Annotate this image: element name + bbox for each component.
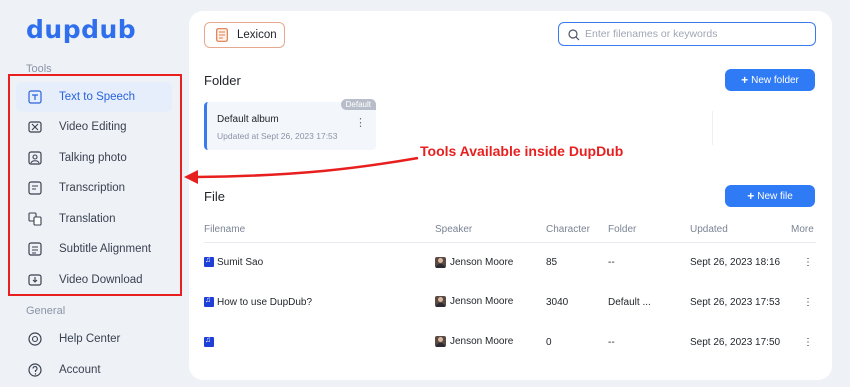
new-folder-label: New folder xyxy=(751,74,799,86)
table-row[interactable]: Sumit Sao Jenson Moore 85 -- Sept 26, 20… xyxy=(204,242,816,282)
speaker-avatar xyxy=(435,256,446,268)
column-header-folder[interactable]: Folder xyxy=(608,218,690,243)
more-vertical-icon[interactable]: ⋮ xyxy=(791,242,816,282)
audio-file-icon xyxy=(204,335,214,347)
video-download-icon xyxy=(27,272,43,288)
lexicon-label: Lexicon xyxy=(237,29,277,41)
search-icon xyxy=(568,28,580,41)
sidebar-item-subtitle-alignment[interactable]: Subtitle Alignment xyxy=(16,234,172,264)
logo-text: dupdub xyxy=(26,15,137,44)
updated-date: Sept 26, 2023 17:50 xyxy=(690,336,781,348)
filename-cell[interactable]: Sumit Sao xyxy=(204,242,435,282)
sidebar-item-account[interactable]: Account xyxy=(16,355,172,385)
more-vertical-icon[interactable]: ⋮ xyxy=(791,282,816,322)
audio-file-icon xyxy=(204,255,214,268)
sidebar-item-label: Video Download xyxy=(59,274,143,286)
sidebar-item-label: Talking photo xyxy=(59,152,127,164)
sidebar-item-talking-photo[interactable]: Talking photo xyxy=(16,143,172,173)
file-heading: File xyxy=(204,189,225,204)
folder-name: -- xyxy=(608,336,615,348)
sidebar-item-video-editing[interactable]: Video Editing xyxy=(16,112,172,142)
filename: How to use DupDub? xyxy=(217,296,313,308)
table-row[interactable]: How to use DupDub? Jenson Moore 3040 Def… xyxy=(204,282,816,322)
sidebar-item-label: Video Editing xyxy=(59,121,127,133)
album-card[interactable]: Default Default album Updated at Sept 26… xyxy=(204,99,376,150)
folder-heading: Folder xyxy=(204,73,241,88)
sidebar-item-label: Transcription xyxy=(59,182,126,194)
speaker-cell: Jenson Moore xyxy=(435,242,546,282)
sidebar-item-label: Help Center xyxy=(59,333,121,345)
speaker-cell: Jenson Moore xyxy=(435,282,546,322)
default-tag: Default xyxy=(340,99,376,110)
help-center-icon xyxy=(27,331,43,347)
table-row[interactable]: Jenson Moore 0 -- Sept 26, 2023 17:50 ⋮ xyxy=(204,322,816,362)
character-count: 0 xyxy=(546,336,552,348)
lexicon-button[interactable]: Lexicon xyxy=(204,22,285,48)
sidebar: dupdub Tools Text to Speech Video Editin… xyxy=(0,0,186,387)
folder-name: -- xyxy=(608,256,615,268)
translation-icon xyxy=(27,211,43,227)
speaker-avatar xyxy=(435,296,446,308)
new-file-button[interactable]: + New file xyxy=(725,185,815,207)
sidebar-item-transcription[interactable]: Transcription xyxy=(16,173,172,203)
file-table: Filename Speaker Character Folder Update… xyxy=(204,218,816,362)
column-header-character[interactable]: Character xyxy=(546,218,608,243)
talking-photo-icon xyxy=(27,150,43,166)
speaker-name: Jenson Moore xyxy=(450,336,514,348)
character-count: 3040 xyxy=(546,296,569,308)
dupdub-logo[interactable]: dupdub xyxy=(26,14,136,44)
more-vertical-icon[interactable]: ⋮ xyxy=(355,116,366,129)
tools-section-label: Tools xyxy=(26,63,52,75)
search-box[interactable] xyxy=(558,22,816,46)
updated-date: Sept 26, 2023 18:16 xyxy=(690,256,781,268)
album-updated: Updated at Sept 26, 2023 17:53 xyxy=(217,131,338,141)
filename-cell[interactable]: How to use DupDub? xyxy=(204,282,435,322)
video-editing-icon xyxy=(27,119,43,135)
sidebar-item-label: Text to Speech xyxy=(59,91,136,103)
plus-icon: + xyxy=(747,189,755,203)
column-header-updated[interactable]: Updated xyxy=(690,218,791,243)
search-input[interactable] xyxy=(585,28,805,40)
more-vertical-icon[interactable]: ⋮ xyxy=(791,322,816,362)
folder-name: Default ... xyxy=(608,296,651,308)
text-to-speech-icon xyxy=(27,89,43,105)
sidebar-item-video-download[interactable]: Video Download xyxy=(16,265,172,295)
speaker-name: Jenson Moore xyxy=(450,296,514,308)
book-icon xyxy=(216,28,228,42)
column-header-filename[interactable]: Filename xyxy=(204,218,435,243)
account-icon xyxy=(27,362,43,378)
table-header-row: Filename Speaker Character Folder Update… xyxy=(204,218,816,243)
sidebar-item-label: Translation xyxy=(59,213,116,225)
annotation-text: Tools Available inside DupDub xyxy=(420,143,624,159)
sidebar-item-help-center[interactable]: Help Center xyxy=(16,324,172,354)
sidebar-item-label: Subtitle Alignment xyxy=(59,243,152,255)
updated-date: Sept 26, 2023 17:53 xyxy=(690,296,781,308)
main-panel: Lexicon Folder + New folder Default Defa… xyxy=(189,11,832,380)
subtitle-alignment-icon xyxy=(27,241,43,257)
column-header-speaker[interactable]: Speaker xyxy=(435,218,546,243)
general-section-label: General xyxy=(26,305,66,317)
speaker-cell: Jenson Moore xyxy=(435,322,546,362)
character-count: 85 xyxy=(546,256,558,268)
divider xyxy=(712,111,713,145)
sidebar-item-text-to-speech[interactable]: Text to Speech xyxy=(16,82,172,112)
column-header-more: More xyxy=(791,218,816,243)
audio-file-icon xyxy=(204,295,214,307)
album-name: Default album xyxy=(217,114,279,125)
sidebar-item-label: Account xyxy=(59,364,101,376)
filename: Sumit Sao xyxy=(217,256,264,268)
plus-icon: + xyxy=(741,73,749,87)
speaker-avatar xyxy=(435,336,446,348)
sidebar-item-translation[interactable]: Translation xyxy=(16,204,172,234)
new-file-label: New file xyxy=(757,190,793,202)
filename-cell[interactable] xyxy=(204,322,435,362)
speaker-name: Jenson Moore xyxy=(450,256,514,268)
transcription-icon xyxy=(27,180,43,196)
new-folder-button[interactable]: + New folder xyxy=(725,69,815,91)
